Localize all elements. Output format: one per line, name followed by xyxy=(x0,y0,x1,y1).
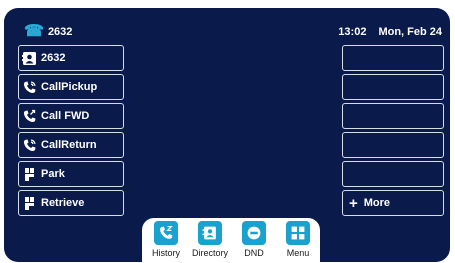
right-key-3[interactable] xyxy=(342,103,444,129)
extension-number: 2632 xyxy=(47,26,73,38)
right-key-4[interactable] xyxy=(342,132,444,158)
line-key-call-fwd[interactable]: Call FWD xyxy=(18,103,124,129)
line-key-label: Park xyxy=(41,168,65,180)
right-key-2[interactable] xyxy=(342,74,444,100)
menu-grid-icon xyxy=(286,221,310,245)
phone-screen: ☎ 2632 13:02 Mon, Feb 24 2632 CallPickup… xyxy=(4,8,450,262)
line-key-retrieve[interactable]: Retrieve xyxy=(18,190,124,216)
phone-icon: ☎ xyxy=(24,23,44,40)
line-key-label: CallReturn xyxy=(41,139,97,151)
date-text: Mon, Feb 24 xyxy=(378,26,442,38)
softkey-directory[interactable]: Directory xyxy=(188,221,232,258)
call-forward-icon xyxy=(22,109,37,124)
more-label: More xyxy=(363,197,391,209)
directory-icon xyxy=(198,221,222,245)
park-icon xyxy=(22,196,37,211)
handset-icon xyxy=(22,138,37,153)
softkey-label: DND xyxy=(244,248,264,258)
line-key-callreturn[interactable]: CallReturn xyxy=(18,132,124,158)
more-button[interactable]: + More xyxy=(342,190,444,216)
line-key-label: Retrieve xyxy=(41,197,85,209)
header-clock: 13:02 Mon, Feb 24 xyxy=(338,22,442,42)
line-key-callpickup[interactable]: CallPickup xyxy=(18,74,124,100)
line-key-park[interactable]: Park xyxy=(18,161,124,187)
softkey-bar: History Directory DND Menu xyxy=(142,218,320,262)
time-text: 13:02 xyxy=(338,26,367,38)
contact-card-icon xyxy=(22,51,37,66)
plus-icon: + xyxy=(349,194,358,212)
softkey-label: Directory xyxy=(191,248,228,258)
softkey-label: History xyxy=(151,248,180,258)
softkey-dnd[interactable]: DND xyxy=(232,221,276,258)
right-key-5[interactable] xyxy=(342,161,444,187)
softkey-history[interactable]: History xyxy=(144,221,188,258)
line-key-label: Call FWD xyxy=(41,110,90,122)
handset-icon xyxy=(22,80,37,95)
softkey-menu[interactable]: Menu xyxy=(276,221,320,258)
dnd-icon xyxy=(242,221,266,245)
softkey-label: Menu xyxy=(286,248,310,258)
park-icon xyxy=(22,167,37,182)
line-key-2632[interactable]: 2632 xyxy=(18,45,124,71)
line-key-label: 2632 xyxy=(41,52,66,64)
header-extension: ☎ 2632 xyxy=(24,22,72,42)
right-key-1[interactable] xyxy=(342,45,444,71)
history-icon xyxy=(154,221,178,245)
line-key-label: CallPickup xyxy=(41,81,98,93)
